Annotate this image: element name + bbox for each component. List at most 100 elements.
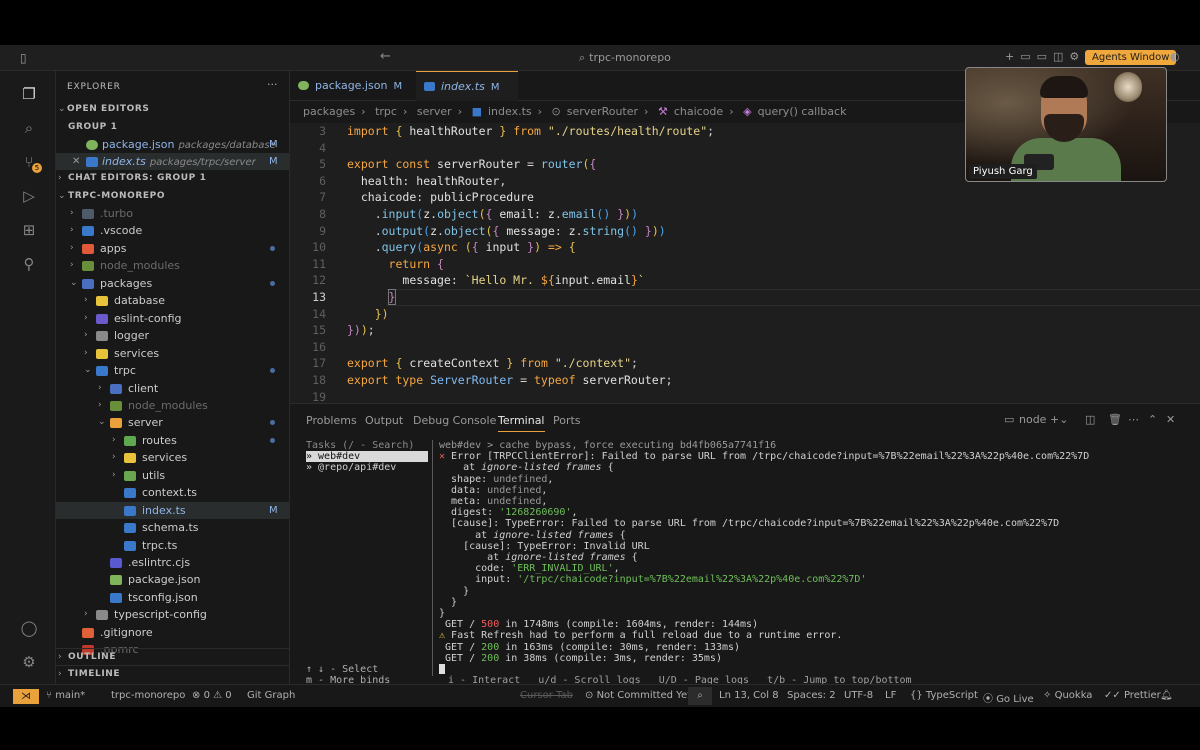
tab-output[interactable]: Output — [365, 414, 403, 427]
tab-index-ts[interactable]: index.ts M — [416, 71, 518, 101]
tree-item[interactable]: › services — [56, 345, 289, 362]
split-terminal-icon[interactable]: ◫ — [1085, 413, 1095, 426]
trash-icon[interactable]: 🗑 — [1108, 413, 1122, 426]
branch-status[interactable]: ⑂ main* — [46, 690, 85, 701]
account-icon[interactable]: ◐ — [1170, 50, 1180, 63]
tree-item[interactable]: ⌄ packages — [56, 275, 289, 292]
line-number: 5 — [319, 157, 326, 172]
breadcrumb-item[interactable]: chaicode — [674, 105, 723, 118]
tree-item[interactable]: › .vscode — [56, 222, 289, 239]
breadcrumb-item[interactable]: server — [417, 105, 452, 118]
breadcrumb-item[interactable]: trpc — [375, 105, 397, 118]
command-center-search[interactable]: ⌕ trpc-monorepo — [575, 51, 671, 65]
layout-controls-icon[interactable]: +▭▭◫⚙ — [1005, 50, 1085, 63]
more-actions-icon[interactable]: ⋯ — [1128, 413, 1139, 426]
indentation[interactable]: Spaces: 2 — [787, 690, 836, 701]
zoom-icon[interactable]: ⌕ — [688, 687, 712, 705]
tree-item[interactable]: schema.ts — [56, 519, 289, 536]
extensions-icon[interactable]: ⊞ — [20, 221, 38, 239]
task-item-web-dev[interactable]: » web#dev — [306, 451, 428, 463]
tree-item[interactable]: tsconfig.json — [56, 589, 289, 606]
tree-item[interactable]: › logger — [56, 327, 289, 344]
tree-item[interactable]: › services — [56, 449, 289, 466]
go-live-button[interactable]: ⦿ Go Live — [983, 690, 1034, 705]
close-icon[interactable]: ✕ — [72, 153, 80, 170]
cursor-tab-status[interactable]: Cursor Tab — [520, 690, 573, 701]
end-of-line[interactable]: LF — [885, 690, 896, 701]
breadcrumb-item[interactable]: packages — [303, 105, 355, 118]
tree-item[interactable]: › typescript-config — [56, 606, 289, 623]
tree-item[interactable]: .eslintrc.cjs — [56, 554, 289, 571]
chevron-right-icon: › — [457, 105, 463, 118]
new-terminal-icon[interactable]: +⌄ — [1050, 413, 1068, 426]
source-control-icon[interactable]: ⑂ 5 — [20, 153, 42, 173]
tab-package-json[interactable]: package.json M — [290, 71, 414, 101]
tree-item[interactable]: context.ts — [56, 484, 289, 501]
modified-dot-icon — [270, 437, 275, 443]
workspace-root-header[interactable]: ⌄ TRPC-MONOREPO — [56, 188, 289, 205]
settings-gear-icon[interactable]: ⚙ — [20, 653, 38, 671]
tab-ports[interactable]: Ports — [553, 414, 581, 427]
chevron-down-icon: ⌄ — [98, 417, 106, 428]
run-debug-icon[interactable]: ▷ — [20, 187, 38, 205]
tab-terminal[interactable]: Terminal — [498, 414, 545, 432]
language-mode[interactable]: {} TypeScript — [910, 690, 978, 701]
tab-debug-console[interactable]: Debug Console — [413, 414, 496, 427]
tree-item[interactable]: trpc.ts — [56, 537, 289, 554]
encoding[interactable]: UTF-8 — [844, 690, 873, 701]
tree-item[interactable]: index.ts M — [56, 501, 289, 519]
line-number: 3 — [319, 124, 326, 138]
tree-item[interactable]: › apps — [56, 240, 289, 257]
terminal-output[interactable]: web#dev > cache bypass, force executing … — [432, 440, 1192, 677]
task-item-api-dev[interactable]: » @repo/api#dev — [306, 462, 428, 473]
back-arrow-icon[interactable]: ← — [380, 49, 391, 64]
chat-editors-header[interactable]: › CHAT EDITORS: GROUP 1 — [56, 170, 289, 187]
tree-item[interactable]: › node_modules — [56, 397, 289, 414]
open-editor-package-json[interactable]: package.json packages/database M — [56, 136, 289, 153]
tree-item[interactable]: › database — [56, 292, 289, 309]
search-icon[interactable]: ⌕ — [20, 119, 38, 137]
open-editors-header[interactable]: ⌄ OPEN EDITORS — [56, 101, 289, 118]
breadcrumb-item[interactable]: query() callback — [758, 105, 847, 118]
tree-item[interactable]: ⌄ server — [56, 414, 289, 431]
remote-indicator-icon[interactable]: ⋊ — [13, 689, 39, 704]
problems-status[interactable]: ⊗ 0 ⚠ 0 — [192, 690, 232, 701]
chevron-right-icon: › — [98, 399, 102, 410]
toggle-sidebar-icon[interactable]: ▯ — [20, 51, 27, 65]
tree-item[interactable]: ⌄ trpc — [56, 362, 289, 379]
error-icon: ⊗ — [192, 690, 201, 701]
account-icon[interactable]: ◯ — [20, 619, 38, 637]
tree-item[interactable]: › client — [56, 380, 289, 397]
outline-section[interactable]: › OUTLINE — [56, 648, 289, 665]
breadcrumb-item[interactable]: serverRouter — [567, 105, 638, 118]
group-header[interactable]: GROUP 1 — [56, 119, 289, 136]
tree-item[interactable]: › routes — [56, 432, 289, 449]
tree-item[interactable]: package.json — [56, 571, 289, 588]
repo-name[interactable]: trpc-monorepo — [111, 690, 185, 701]
explorer-icon[interactable]: ❐ — [20, 85, 38, 103]
timeline-section[interactable]: › TIMELINE — [56, 665, 289, 682]
terminal-name[interactable]: node — [1019, 413, 1046, 426]
blame-status[interactable]: ⊙ Not Committed Yet — [585, 690, 691, 701]
quokka-button[interactable]: ✧ Quokka — [1043, 690, 1092, 701]
git-graph-button[interactable]: Git Graph — [247, 690, 295, 701]
notifications-bell-icon[interactable]: 🔔︎ — [1160, 690, 1173, 701]
close-panel-icon[interactable]: ✕ — [1166, 413, 1175, 426]
tree-item[interactable]: › utils — [56, 467, 289, 484]
terminal-icon: ▭ — [1004, 413, 1015, 426]
tree-item[interactable]: .gitignore — [56, 624, 289, 641]
breadcrumb-item[interactable]: index.ts — [488, 105, 532, 118]
tab-problems[interactable]: Problems — [306, 414, 357, 427]
open-editor-index-ts[interactable]: ✕ index.ts packages/trpc/server M — [56, 153, 289, 170]
cursor-position[interactable]: Ln 13, Col 8 — [719, 690, 779, 701]
tree-item[interactable]: › .turbo — [56, 205, 289, 222]
more-actions-icon[interactable]: ··· — [267, 78, 278, 91]
line-number: 13 — [312, 290, 326, 304]
agents-window-button[interactable]: Agents Window — [1085, 50, 1177, 65]
tree-item[interactable]: › eslint-config — [56, 310, 289, 327]
turbo-tasks-list: Tasks (/ - Search) » web#dev » @repo/api… — [306, 440, 428, 474]
maximize-panel-icon[interactable]: ⌃ — [1148, 413, 1157, 426]
prettier-button[interactable]: ✓✓ Prettier — [1104, 690, 1161, 701]
git-graph-icon[interactable]: ⚲ — [20, 255, 38, 273]
tree-item[interactable]: › node_modules — [56, 257, 289, 274]
